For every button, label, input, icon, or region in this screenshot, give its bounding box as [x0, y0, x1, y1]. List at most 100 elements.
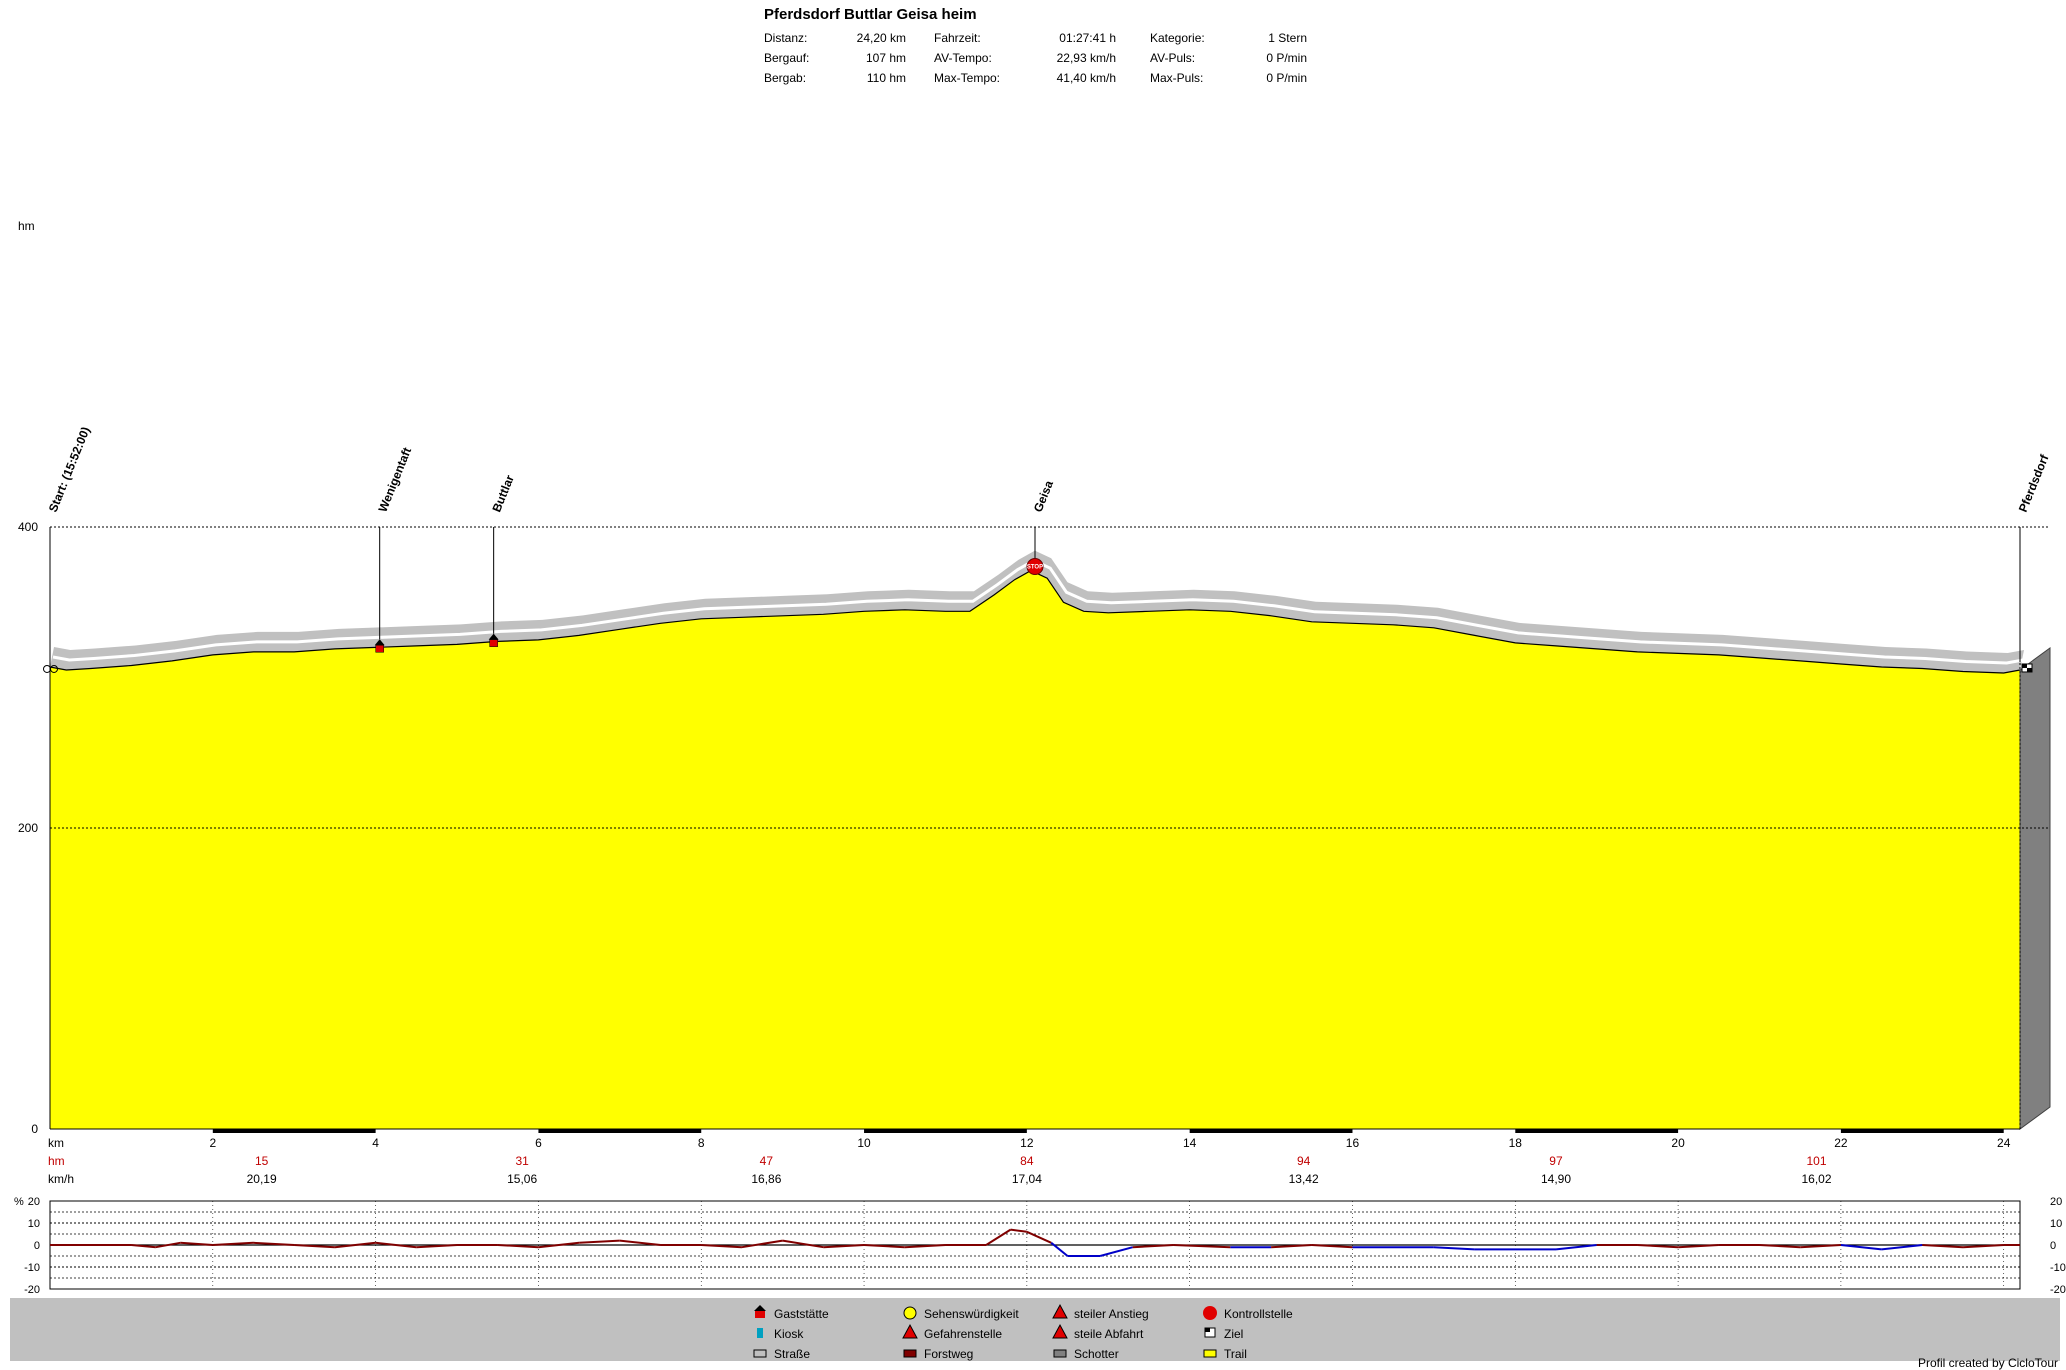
kiosk-icon — [757, 1328, 763, 1338]
stats-block: Distanz: 24,20 km Fahrzeit: 01:27:41 h K… — [764, 31, 1307, 85]
waypoint-label: Buttlar — [489, 473, 517, 514]
sehenswuerdigkeit-icon — [903, 1306, 917, 1320]
kmh-row-label: km/h — [48, 1172, 74, 1186]
x-tick-label: 20 — [1671, 1136, 1685, 1150]
legend-item-label: Sehenswürdigkeit — [924, 1307, 1019, 1321]
distance-bar-segment — [1840, 1129, 2004, 1133]
legend-item-label: Kiosk — [774, 1327, 804, 1341]
distance-bar-segment — [1515, 1129, 1679, 1133]
x-tick-label: 18 — [1509, 1136, 1523, 1150]
stat-value: 22,93 km/h — [1057, 51, 1116, 65]
gradient-tick-right: -10 — [2050, 1262, 2066, 1274]
stop-sign-text: STOP — [1027, 565, 1043, 571]
hm-value: 101 — [1806, 1154, 1826, 1168]
km-row-label: km — [48, 1136, 64, 1150]
gradient-segment — [579, 1239, 620, 1244]
gradient-segment — [985, 1228, 1012, 1246]
gradient-tick-left: -10 — [24, 1262, 40, 1274]
x-tick-label: 24 — [1997, 1136, 2011, 1150]
finish-flag-icon — [2027, 667, 2032, 672]
kmh-value: 16,02 — [1801, 1172, 1831, 1186]
strasse-icon — [753, 1349, 767, 1358]
finish-flag-icon — [2022, 663, 2027, 668]
gradient-tick-left: 0 — [34, 1240, 40, 1252]
stat-label: Fahrzeit: — [934, 31, 981, 45]
kmh-value: 20,19 — [247, 1172, 277, 1186]
gradient-segment — [1026, 1230, 1052, 1244]
y-axis-label: hm — [18, 219, 35, 233]
gradient-segment — [1840, 1244, 1882, 1251]
elevation-profile-chart: Pferdsdorf Buttlar Geisa heim Distanz: 2… — [10, 6, 2066, 1370]
stat-value: 01:27:41 h — [1059, 31, 1116, 45]
route-title: Pferdsdorf Buttlar Geisa heim — [764, 6, 977, 23]
profile-side-face — [2019, 646, 2051, 1130]
stat-value: 107 hm — [866, 51, 906, 65]
stat-value: 1 Stern — [1268, 31, 1307, 45]
gradient-segment — [1555, 1244, 1597, 1251]
stat-label: AV-Puls: — [1150, 51, 1195, 65]
ziel-icon — [1205, 1328, 1210, 1332]
stat-label: Distanz: — [764, 31, 807, 45]
distance-bar-segment — [212, 1129, 376, 1133]
distance-bar-segment — [538, 1129, 702, 1133]
stat-label: Bergauf: — [764, 51, 809, 65]
x-axis: km 2 4 6 8 10 12 14 16 18 20 22 24hm 15 31 47 84 94 97 101k… — [48, 1129, 2011, 1186]
hm-value: 97 — [1549, 1154, 1563, 1168]
waypoint-label: Start: (15:52:00) — [46, 425, 93, 514]
stat-label: Max-Tempo: — [934, 71, 1000, 85]
distance-bar-segment — [1189, 1129, 1353, 1133]
x-tick-label: 6 — [535, 1136, 542, 1150]
legend-item-label: Gefahrenstelle — [924, 1327, 1002, 1341]
schotter-icon — [1053, 1349, 1067, 1358]
x-tick-label: 22 — [1834, 1136, 1848, 1150]
stat-value: 110 hm — [867, 71, 906, 85]
y-tick-label: 200 — [18, 821, 38, 835]
x-tick-label: 10 — [857, 1136, 871, 1150]
x-tick-label: 4 — [372, 1136, 379, 1150]
stat-label: AV-Tempo: — [934, 51, 992, 65]
legend-item-label: Ziel — [1224, 1327, 1243, 1341]
kmh-value: 16,86 — [751, 1172, 781, 1186]
y-tick-label: 400 — [18, 520, 38, 534]
legend-item-label: Straße — [774, 1347, 810, 1361]
kmh-value: 14,90 — [1541, 1172, 1571, 1186]
gradient-tick-left: 10 — [28, 1218, 40, 1230]
gradient-tick-right: 10 — [2050, 1218, 2062, 1230]
kmh-value: 13,42 — [1289, 1172, 1319, 1186]
forstweg-icon — [903, 1349, 917, 1358]
legend-item-label: Kontrollstelle — [1224, 1307, 1293, 1321]
x-tick-label: 2 — [209, 1136, 216, 1150]
gradient-chart: 20 20 10 10 0 0 -10 -10 -20 -20% — [14, 1196, 2066, 1296]
x-tick-label: 16 — [1346, 1136, 1360, 1150]
gradient-segment — [1433, 1246, 1475, 1251]
credit-text: Profil created by CicloTour — [1918, 1356, 2058, 1370]
gradient-segment — [1881, 1244, 1923, 1251]
stat-label: Kategorie: — [1150, 31, 1205, 45]
hm-value: 84 — [1020, 1154, 1034, 1168]
kontrollstelle-icon — [1203, 1306, 1217, 1320]
legend-item-label: Trail — [1224, 1347, 1247, 1361]
hm-value: 31 — [515, 1154, 529, 1168]
legend-item-label: steile Abfahrt — [1074, 1327, 1144, 1341]
hm-row-label: hm — [48, 1154, 65, 1168]
legend-item-label: Gaststätte — [774, 1307, 829, 1321]
gradient-segment — [741, 1239, 783, 1249]
x-tick-label: 14 — [1183, 1136, 1197, 1150]
hm-value: 47 — [760, 1154, 774, 1168]
hm-value: 15 — [255, 1154, 269, 1168]
gaststaette-icon — [375, 644, 384, 653]
legend-item-label: Schotter — [1074, 1347, 1119, 1361]
trail-icon — [1203, 1349, 1217, 1358]
stat-value: 0 P/min — [1266, 71, 1307, 85]
gradient-segment — [1010, 1228, 1027, 1233]
gradient-segment — [782, 1239, 824, 1249]
stat-value: 24,20 km — [857, 31, 906, 45]
waypoint-label: Wenigentaft — [375, 445, 414, 514]
profile-area — [49, 550, 2051, 1130]
gradient-tick-right: 20 — [2050, 1196, 2062, 1208]
gradient-segment — [1099, 1246, 1133, 1257]
distance-bar-segment — [864, 1129, 1027, 1133]
gradient-tick-left: -20 — [24, 1284, 40, 1296]
stat-value: 41,40 km/h — [1057, 71, 1116, 85]
gradient-unit-label: % — [14, 1196, 24, 1208]
